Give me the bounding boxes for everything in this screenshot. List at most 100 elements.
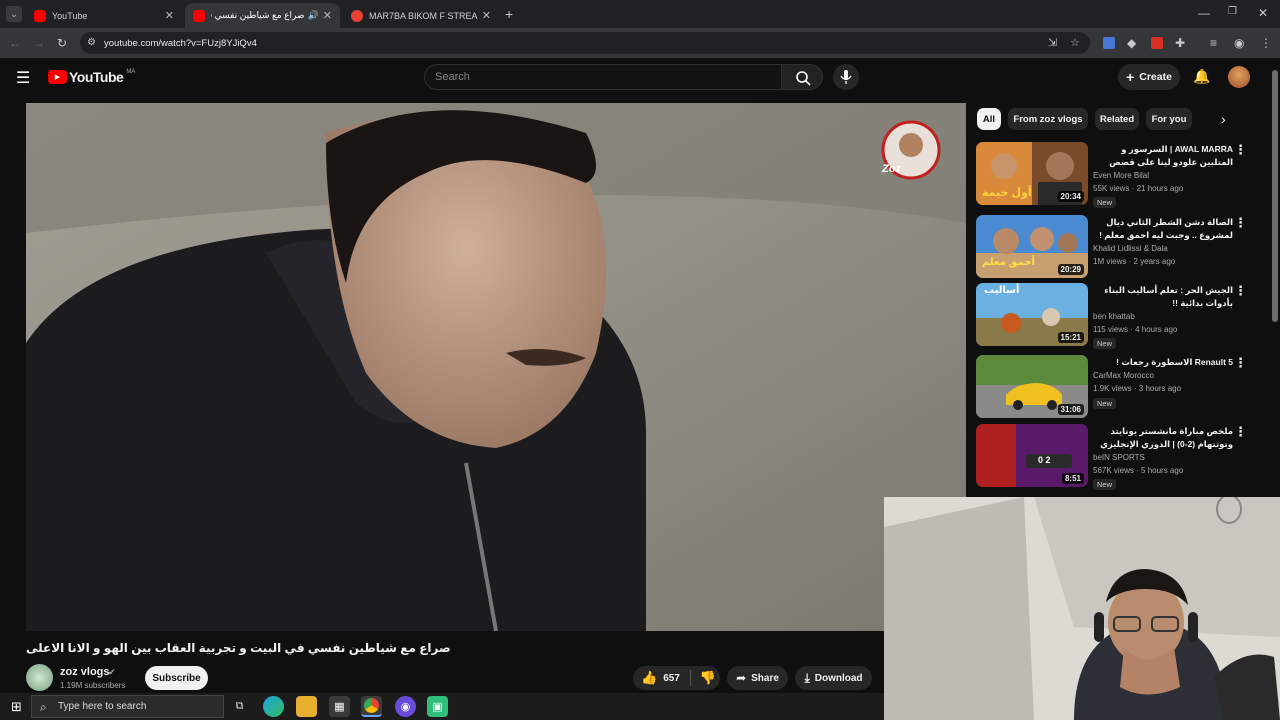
thumbnail-caption: 0 2: [1038, 455, 1051, 465]
new-badge: New: [1093, 479, 1117, 490]
more-options-icon[interactable]: ⋮: [1234, 215, 1247, 231]
account-avatar[interactable]: [1228, 66, 1250, 88]
recommendation-item[interactable]: أحمق معلم 20:29 الصالة دشن الشطر الثاني …: [976, 215, 1266, 279]
microsoft-store-icon[interactable]: ▦: [329, 696, 350, 717]
share-button[interactable]: ➦ Share: [727, 666, 788, 690]
channel-avatar[interactable]: [26, 664, 53, 691]
file-explorer-icon[interactable]: [296, 696, 317, 717]
reload-icon[interactable]: ↻: [57, 36, 67, 50]
new-badge: New: [1093, 197, 1117, 208]
youtube-logo[interactable]: ▶ YouTube MA: [48, 69, 135, 85]
youtube-favicon-icon: [34, 9, 46, 22]
chip-for-you[interactable]: For you: [1146, 108, 1192, 130]
notifications-bell-icon[interactable]: 🔔: [1193, 68, 1210, 85]
recommendation-item[interactable]: أساليب 15:21 الجيش الحر : تعلم أساليب ال…: [976, 283, 1266, 349]
thumbs-up-icon[interactable]: 👍: [641, 670, 657, 686]
recommendation-channel[interactable]: Khalid Lidlissi & Dala: [1093, 244, 1168, 253]
reading-list-icon[interactable]: ≡: [1210, 36, 1217, 50]
video-title: صراع مع شياطين نفسي في البيت و تجربية ال…: [26, 641, 451, 655]
download-button[interactable]: ⤓ Download: [795, 666, 872, 690]
close-tab-icon[interactable]: ✕: [482, 9, 491, 22]
extensions-puzzle-icon[interactable]: ✚: [1175, 36, 1185, 50]
close-tab-icon[interactable]: ✕: [165, 9, 174, 22]
youtube-header: ☰ ▶ YouTube MA Search + Create 🔔: [0, 58, 1280, 96]
tab-stream[interactable]: MAR7BA BIKOM F STREAM (V/ ✕: [343, 3, 499, 28]
video-thumbnail[interactable]: 0 2 8:51: [976, 424, 1088, 487]
browser-tab-strip: ⌄ YouTube ✕ صراع مع شياطين نفسي في ال 🔊 …: [0, 0, 1280, 28]
tab-current-video[interactable]: صراع مع شياطين نفسي في ال 🔊 ✕: [185, 3, 340, 28]
chip-from-channel[interactable]: From zoz vlogs: [1008, 108, 1088, 130]
forward-icon[interactable]: →: [33, 36, 45, 50]
extension-red-icon[interactable]: [1151, 37, 1163, 49]
chip-related[interactable]: Related: [1095, 108, 1139, 130]
bookmark-star-icon[interactable]: ☆: [1070, 36, 1080, 49]
install-icon[interactable]: ⇲: [1048, 36, 1057, 49]
new-badge: New: [1093, 398, 1117, 409]
recommendation-title[interactable]: الصالة دشن الشطر الثاني ديال لمشروع .. و…: [1093, 216, 1233, 242]
like-count[interactable]: 657: [663, 673, 680, 684]
channel-name[interactable]: zoz vlogs: [60, 666, 110, 678]
recommendation-title[interactable]: Renault 5 الاسطورة رجعات !: [1093, 356, 1233, 369]
recommendation-meta: 55K views · 21 hours ago: [1093, 184, 1184, 193]
thumbnail-caption: أول خيمة: [982, 187, 1032, 199]
subscribe-button[interactable]: Subscribe: [145, 666, 208, 690]
recommendation-channel[interactable]: Even More Bilal: [1093, 171, 1149, 180]
profile-icon[interactable]: ◉: [1234, 36, 1244, 50]
video-thumbnail[interactable]: أول خيمة 20:34: [976, 142, 1088, 205]
address-bar[interactable]: ⚙ youtube.com/watch?v=FUzj8YJiQv4 ⇲ ☆: [80, 32, 1090, 54]
chevron-right-icon[interactable]: ›: [1221, 111, 1226, 127]
recommendation-meta: 115 views · 4 hours ago: [1093, 325, 1178, 334]
more-options-icon[interactable]: ⋮: [1234, 283, 1247, 299]
back-icon[interactable]: ←: [9, 36, 21, 50]
recommendation-item[interactable]: 31:06 Renault 5 الاسطورة رجعات ! CarMax …: [976, 355, 1266, 419]
more-options-icon[interactable]: ⋮: [1234, 142, 1247, 158]
minimize-icon[interactable]: —: [1198, 6, 1210, 20]
recommendation-item[interactable]: أول خيمة 20:34 AWAL MARRA | السرسور و ال…: [976, 142, 1266, 208]
thumbnail-caption: أساليب: [984, 285, 1020, 296]
chrome-menu-icon[interactable]: ⋮: [1260, 36, 1272, 50]
taskbar-search-input[interactable]: ⌕ Type here to search: [31, 695, 224, 718]
hamburger-menu-icon[interactable]: ☰: [16, 68, 30, 88]
search-icon: ⌕: [40, 700, 47, 714]
search-input[interactable]: Search: [424, 64, 782, 90]
windows-taskbar: ⊞ ⌕ Type here to search ⧉ ▦ ◉ ▣: [0, 693, 884, 720]
discord-icon[interactable]: ◉: [395, 696, 416, 717]
task-view-icon[interactable]: ⧉: [229, 696, 250, 717]
tab-youtube[interactable]: YouTube ✕: [26, 3, 182, 28]
chip-all[interactable]: All: [977, 108, 1001, 130]
recommendation-channel[interactable]: beIN SPORTS: [1093, 453, 1145, 462]
speaker-icon[interactable]: 🔊: [308, 10, 319, 21]
video-thumbnail[interactable]: أحمق معلم 20:29: [976, 215, 1088, 278]
windows-start-icon[interactable]: ⊞: [6, 696, 27, 717]
chrome-taskbar-icon[interactable]: [361, 696, 382, 717]
create-button[interactable]: + Create: [1118, 64, 1180, 90]
site-info-icon[interactable]: ⚙: [87, 37, 96, 48]
recommendation-channel[interactable]: CarMax Morocco: [1093, 371, 1154, 380]
new-tab-icon[interactable]: +: [505, 6, 513, 22]
close-tab-icon[interactable]: ✕: [323, 9, 332, 22]
thumbs-down-icon[interactable]: 👎: [700, 670, 716, 686]
recommendation-title[interactable]: AWAL MARRA | السرسور و المتلبين علودو لي…: [1093, 143, 1233, 169]
recommendation-channel[interactable]: ben khattab: [1093, 312, 1135, 321]
voice-search-button[interactable]: [833, 64, 859, 90]
edge-browser-icon[interactable]: [263, 696, 284, 717]
more-options-icon[interactable]: ⋮: [1234, 355, 1247, 371]
obs-app-icon[interactable]: ▣: [427, 696, 448, 717]
duration-badge: 31:06: [1057, 404, 1084, 415]
tab-search-icon[interactable]: ⌄: [6, 6, 22, 22]
close-window-icon[interactable]: ✕: [1258, 6, 1268, 20]
video-thumbnail[interactable]: 31:06: [976, 355, 1088, 418]
recommendation-item[interactable]: 0 2 8:51 ملخص مباراة مانشستر يونايتد وتو…: [976, 424, 1266, 490]
tab-title: صراع مع شياطين نفسي في ال: [211, 10, 305, 20]
video-thumbnail[interactable]: أساليب 15:21: [976, 283, 1088, 346]
page-scrollbar[interactable]: [1272, 70, 1278, 322]
more-options-icon[interactable]: ⋮: [1234, 424, 1247, 440]
video-player[interactable]: Zoz: [26, 103, 966, 631]
extension-diamond-icon[interactable]: ◆: [1127, 36, 1136, 50]
translate-extension-icon[interactable]: [1103, 37, 1115, 49]
recommendation-title[interactable]: ملخص مباراة مانشستر يونايتد وتوتنهام (2-…: [1093, 425, 1233, 451]
search-button[interactable]: [781, 64, 823, 90]
webcam-image: [884, 497, 1280, 720]
restore-icon[interactable]: ❐: [1228, 6, 1237, 17]
recommendation-title[interactable]: الجيش الحر : تعلم أساليب البناء بأدوات ب…: [1093, 284, 1233, 310]
